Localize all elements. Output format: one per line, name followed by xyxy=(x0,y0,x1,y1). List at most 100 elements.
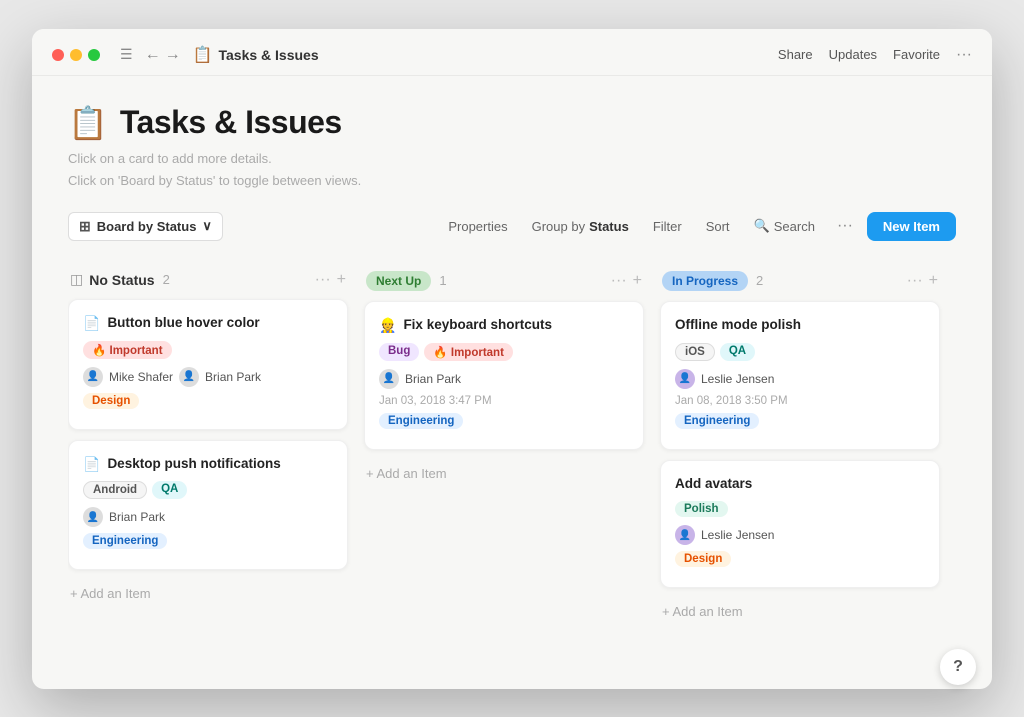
card-tags: Android QA xyxy=(83,481,333,499)
col-title-no-status: No Status xyxy=(89,272,154,288)
avatar-name-leslie: Leslie Jensen xyxy=(701,372,774,386)
avatar-name-mike: Mike Shafer xyxy=(109,370,173,384)
tag-engineering: Engineering xyxy=(675,413,759,429)
help-button[interactable]: ? xyxy=(940,649,976,685)
window-title: Tasks & Issues xyxy=(218,47,318,63)
card-bottom-tags: Engineering xyxy=(379,413,629,429)
add-item-label: + Add an Item xyxy=(366,466,447,481)
page-icon: 📋 xyxy=(193,45,213,65)
card-avatars: 👤 Leslie Jensen xyxy=(675,525,925,545)
card-tags: Polish xyxy=(675,501,925,517)
favorite-button[interactable]: Favorite xyxy=(893,47,940,62)
card-title-row: 📄 Button blue hover color xyxy=(83,314,333,333)
col-badge-in-progress: In Progress xyxy=(662,271,748,291)
add-item-next-up[interactable]: + Add an Item xyxy=(364,460,644,487)
search-label: Search xyxy=(774,219,815,234)
card-avatars: 👤 Leslie Jensen xyxy=(675,369,925,389)
board-view-button[interactable]: ⊞ Board by Status ∨ xyxy=(68,212,223,241)
tag-engineering: Engineering xyxy=(379,413,463,429)
card-date: Jan 03, 2018 3:47 PM xyxy=(379,395,629,407)
col-add-icon[interactable]: + xyxy=(337,271,346,289)
tag-design: Design xyxy=(675,551,731,567)
card-tags: 🔥 Important xyxy=(83,341,333,359)
card-bottom-tags: Engineering xyxy=(675,413,925,429)
properties-button[interactable]: Properties xyxy=(440,214,515,239)
avatar-leslie: 👤 xyxy=(675,525,695,545)
help-label: ? xyxy=(953,658,963,676)
add-item-in-progress[interactable]: + Add an Item xyxy=(660,598,940,625)
more-options-icon[interactable]: ··· xyxy=(956,46,972,64)
traffic-lights xyxy=(52,49,100,61)
board-view-icon: ⊞ xyxy=(79,218,91,235)
avatar-brian: 👤 xyxy=(179,367,199,387)
updates-button[interactable]: Updates xyxy=(829,47,877,62)
column-header-next-up: Next Up 1 ··· + xyxy=(364,271,644,291)
minimize-button[interactable] xyxy=(70,49,82,61)
avatar-name-brian: Brian Park xyxy=(109,510,165,524)
new-item-button[interactable]: New Item xyxy=(867,212,956,241)
maximize-button[interactable] xyxy=(88,49,100,61)
card-tags: Bug 🔥 Important xyxy=(379,343,629,361)
card-emoji-icon: 👷 xyxy=(379,317,396,334)
subtitle-line2: Click on 'Board by Status' to toggle bet… xyxy=(68,170,956,192)
close-button[interactable] xyxy=(52,49,64,61)
group-by-button[interactable]: Group by Status xyxy=(524,214,637,239)
board-view-label: Board by Status xyxy=(97,219,197,234)
back-arrow-icon[interactable]: ← xyxy=(145,46,161,64)
sort-button[interactable]: Sort xyxy=(698,214,738,239)
col-add-icon[interactable]: + xyxy=(633,272,642,290)
col-more-icon[interactable]: ··· xyxy=(315,271,331,289)
tag-polish: Polish xyxy=(675,501,728,517)
page-subtitle: Click on a card to add more details. Cli… xyxy=(68,148,956,192)
col-more-icon[interactable]: ··· xyxy=(907,272,923,290)
avatar-name-leslie: Leslie Jensen xyxy=(701,528,774,542)
card-tags: iOS QA xyxy=(675,343,925,361)
tag-important: 🔥 Important xyxy=(424,343,513,361)
card-fix-keyboard[interactable]: 👷 Fix keyboard shortcuts Bug 🔥 Important… xyxy=(364,301,644,450)
column-no-status: ◫ No Status 2 ··· + 📄 Button blue hover … xyxy=(68,271,348,626)
col-count-in-progress: 2 xyxy=(756,273,763,288)
col-badge-next-up: Next Up xyxy=(366,271,431,291)
app-window: ☰ ← → 📋 Tasks & Issues Share Updates Fav… xyxy=(32,29,992,689)
avatar-leslie: 👤 xyxy=(675,369,695,389)
avatar-name-brian: Brian Park xyxy=(405,372,461,386)
search-button[interactable]: 🔍 Search xyxy=(746,213,823,239)
filter-label: Filter xyxy=(653,219,682,234)
column-header-in-progress: In Progress 2 ··· + xyxy=(660,271,940,291)
add-item-label: + Add an Item xyxy=(662,604,743,619)
card-bottom-tags: Design xyxy=(675,551,925,567)
page-header-icon: 📋 xyxy=(68,104,108,142)
titlebar-left: ☰ ← → 📋 Tasks & Issues xyxy=(52,45,319,65)
card-desktop-push[interactable]: 📄 Desktop push notifications Android QA … xyxy=(68,440,348,571)
tag-bug: Bug xyxy=(379,343,419,361)
menu-icon[interactable]: ☰ xyxy=(120,46,133,63)
card-title: Add avatars xyxy=(675,475,752,494)
add-item-no-status[interactable]: + Add an Item xyxy=(68,580,348,607)
card-avatars: 👤 Brian Park xyxy=(83,507,333,527)
toolbar-more-icon[interactable]: ··· xyxy=(831,212,859,240)
card-button-hover[interactable]: 📄 Button blue hover color 🔥 Important 👤 … xyxy=(68,299,348,430)
card-date: Jan 08, 2018 3:50 PM xyxy=(675,395,925,407)
tag-qa: QA xyxy=(152,481,187,499)
share-button[interactable]: Share xyxy=(778,47,813,62)
properties-label: Properties xyxy=(448,219,507,234)
tag-qa: QA xyxy=(720,343,755,361)
sort-label: Sort xyxy=(706,219,730,234)
filter-button[interactable]: Filter xyxy=(645,214,690,239)
page-header: 📋 Tasks & Issues xyxy=(68,104,956,142)
tag-engineering: Engineering xyxy=(83,533,167,549)
page-title: Tasks & Issues xyxy=(120,104,342,141)
forward-arrow-icon[interactable]: → xyxy=(165,46,181,64)
card-offline-mode[interactable]: Offline mode polish iOS QA 👤 Leslie Jens… xyxy=(660,301,940,450)
col-add-icon[interactable]: + xyxy=(929,272,938,290)
card-add-avatars[interactable]: Add avatars Polish 👤 Leslie Jensen Desig… xyxy=(660,460,940,589)
tag-design: Design xyxy=(83,393,139,409)
card-avatars: 👤 Brian Park xyxy=(379,369,629,389)
col-more-icon[interactable]: ··· xyxy=(611,272,627,290)
card-title: Button blue hover color xyxy=(107,314,259,333)
card-title: Fix keyboard shortcuts xyxy=(403,316,552,335)
tag-android: Android xyxy=(83,481,147,499)
col-count-next-up: 1 xyxy=(439,273,446,288)
search-icon: 🔍 xyxy=(754,218,770,234)
col-count-no-status: 2 xyxy=(163,272,170,287)
